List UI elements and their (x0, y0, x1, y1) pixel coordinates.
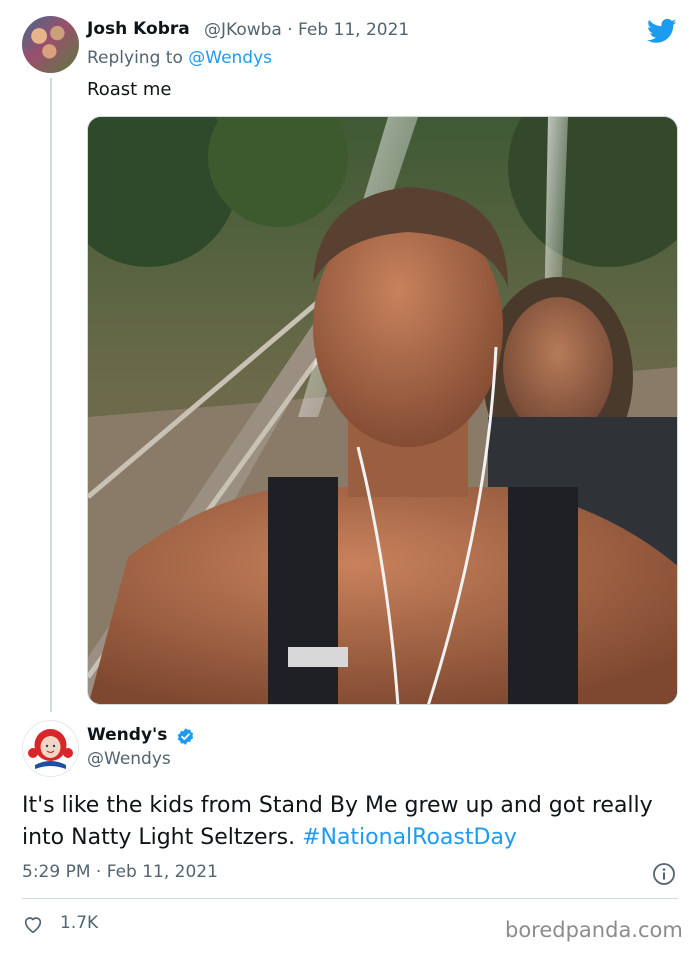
author-name[interactable]: Josh Kobra (87, 19, 190, 39)
replying-to-link[interactable]: @Wendys (188, 48, 272, 68)
heart-icon[interactable] (22, 913, 44, 935)
reply-timestamp[interactable]: 5:29 PM · Feb 11, 2021 (22, 862, 218, 882)
wendys-logo-icon (23, 721, 78, 776)
divider (22, 898, 678, 899)
like-count: 1.7K (60, 913, 99, 933)
reply-text: It's like the kids from Stand By Me grew… (22, 793, 653, 850)
twitter-bird-icon (646, 18, 677, 43)
wendys-name[interactable]: Wendy's (87, 725, 167, 745)
wendys-avatar[interactable] (22, 720, 79, 777)
watermark: boredpanda.com (505, 918, 683, 942)
tweet-text: Roast me (87, 79, 172, 100)
tweet-photo[interactable] (87, 116, 678, 705)
selfie-image (88, 117, 677, 704)
info-icon[interactable] (652, 862, 676, 886)
author-handle-date: @JKowba · Feb 11, 2021 (204, 20, 410, 40)
hashtag-link[interactable]: #NationalRoastDay (302, 825, 517, 850)
wendys-handle: @Wendys (87, 749, 171, 769)
author-avatar[interactable] (22, 16, 79, 73)
replying-to: Replying to @Wendys (87, 48, 273, 68)
verified-badge-icon (177, 728, 194, 745)
thread-line (50, 78, 52, 712)
